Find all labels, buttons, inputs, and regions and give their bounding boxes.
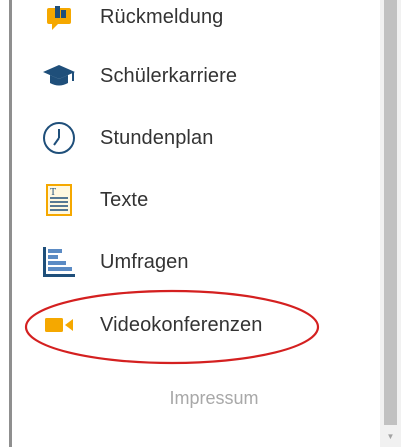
graduation-cap-icon [36,53,82,99]
scrollbar-thumb[interactable] [384,0,397,425]
menu-item-texte[interactable]: T Texte [0,169,372,231]
video-camera-icon [36,302,82,348]
clock-icon [36,115,82,161]
sidebar-panel: Rückmeldung Schülerkarriere Stundenplan … [0,0,416,447]
menu-label-texte: Texte [100,188,149,211]
scroll-down-arrow-icon[interactable]: ▼ [380,427,401,445]
impressum-link[interactable]: Impressum [0,388,372,409]
bar-chart-icon [36,239,82,285]
menu-item-stundenplan[interactable]: Stundenplan [0,107,372,169]
menu-item-rueckmeldung[interactable]: Rückmeldung [0,0,372,48]
menu-label-schuelerkarriere: Schülerkarriere [100,64,238,87]
menu-label-umfragen: Umfragen [100,250,189,273]
menu-label-stundenplan: Stundenplan [100,126,214,149]
document-text-icon: T [36,177,82,223]
svg-text:T: T [50,187,56,198]
sidebar-menu: Rückmeldung Schülerkarriere Stundenplan … [0,0,372,447]
menu-label-rueckmeldung: Rückmeldung [100,5,224,28]
menu-item-umfragen[interactable]: Umfragen [0,231,372,293]
menu-item-videokonferenzen[interactable]: Videokonferenzen [0,294,372,356]
menu-item-schuelerkarriere[interactable]: Schülerkarriere [0,45,372,107]
feedback-icon [36,0,82,40]
menu-label-videokonferenzen: Videokonferenzen [100,313,263,336]
vertical-scrollbar[interactable]: ▼ [380,0,401,447]
